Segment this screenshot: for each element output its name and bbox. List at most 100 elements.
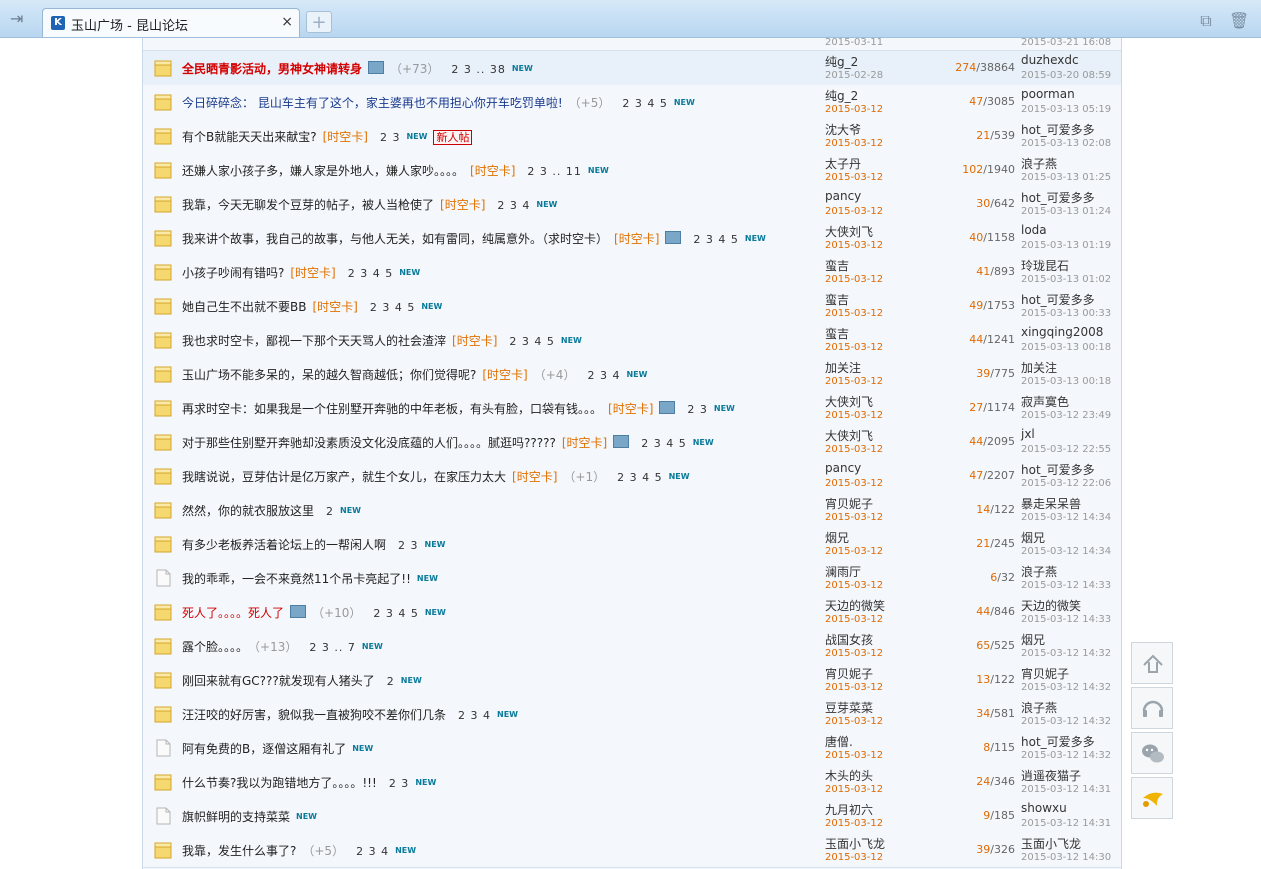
trash-icon[interactable]: 🗑 <box>1229 12 1249 30</box>
author-link[interactable]: 蛮吉 <box>825 325 849 342</box>
author-link[interactable]: 宵贝妮子 <box>825 495 873 512</box>
page-links[interactable]: 2 3 4 5 <box>509 335 554 348</box>
thread-title-link[interactable]: 还嫌人家小孩子多，嫌人家是外地人，嫌人家吵。。。。 <box>182 164 464 178</box>
page-links[interactable]: 2 3 4 5 <box>693 233 738 246</box>
author-link[interactable]: 豆芽菜菜 <box>825 699 873 716</box>
thread-title-link[interactable]: 我靠，发生什么事了? <box>182 844 296 858</box>
last-poster-link[interactable]: duzhexdc <box>1021 53 1079 67</box>
last-poster-link[interactable]: 玉面小飞龙 <box>1021 835 1081 852</box>
thread-folder-icon[interactable] <box>154 467 172 485</box>
time-card-tag[interactable]: [时空卡] <box>440 198 485 212</box>
author-link[interactable]: 九月初六 <box>825 801 873 818</box>
thread-folder-icon[interactable] <box>154 365 172 383</box>
last-poster-link[interactable]: loda <box>1021 223 1047 237</box>
time-card-tag[interactable]: [时空卡] <box>323 130 368 144</box>
thread-title-link[interactable]: 她自己生不出就不要BB <box>182 300 306 314</box>
last-poster-link[interactable]: 寂声寞色 <box>1021 393 1069 410</box>
author-link[interactable]: 木头的头 <box>825 767 873 784</box>
thread-title-link[interactable]: 我来讲个故事，我自己的故事，与他人无关，如有雷同，纯属意外。（求时空卡） <box>182 232 608 246</box>
author-link[interactable]: 玉面小飞龙 <box>825 835 885 852</box>
last-poster-link[interactable]: hot_可爱多多 <box>1021 121 1095 138</box>
last-poster-link[interactable]: xingqing2008 <box>1021 325 1103 339</box>
thread-folder-icon[interactable] <box>154 195 172 213</box>
page-links[interactable]: 2 3 4 5 <box>370 301 415 314</box>
author-link[interactable]: 太子丹 <box>825 155 861 172</box>
page-links[interactable]: 2 3 4 5 <box>348 267 393 280</box>
last-poster-link[interactable]: hot_可爱多多 <box>1021 461 1095 478</box>
thread-folder-icon[interactable] <box>154 773 172 791</box>
page-links[interactable]: 2 <box>326 505 334 518</box>
author-link[interactable]: 大侠刘飞 <box>825 427 873 444</box>
page-links[interactable]: 2 3 <box>398 539 419 552</box>
last-post-date[interactable]: 2015-03-13 01:24 <box>1021 206 1111 217</box>
last-poster-link[interactable]: 玲珑昆石 <box>1021 257 1069 274</box>
thread-folder-icon[interactable] <box>154 263 172 281</box>
thread-title-link[interactable]: 对于那些住别墅开奔驰却没素质没文化没底蕴的人们。。。。腻逛吗????? <box>182 436 556 450</box>
last-post-date[interactable]: 2015-03-12 14:31 <box>1021 818 1111 829</box>
thread-title-link[interactable]: 旗帜鲜明的支持菜菜 <box>182 810 290 824</box>
back-to-top-button[interactable] <box>1131 642 1173 684</box>
last-post-date[interactable]: 2015-03-13 01:19 <box>1021 240 1111 251</box>
last-poster-link[interactable]: 天边的微笑 <box>1021 597 1081 614</box>
thread-folder-icon[interactable] <box>154 93 172 111</box>
last-post-date[interactable]: 2015-03-12 22:55 <box>1021 444 1111 455</box>
thread-folder-icon[interactable] <box>154 331 172 349</box>
page-links[interactable]: 2 3 4 5 <box>622 97 667 110</box>
thread-title-link[interactable]: 然然，你的就衣服放这里 <box>182 504 314 518</box>
thread-folder-icon[interactable] <box>154 535 172 553</box>
last-post-date[interactable]: 2015-03-13 02:08 <box>1021 138 1111 149</box>
thread-folder-icon[interactable] <box>154 59 172 77</box>
close-icon[interactable]: × <box>281 14 293 30</box>
page-links[interactable]: 2 3 4 5 <box>617 471 662 484</box>
author-link[interactable]: 蛮吉 <box>825 257 849 274</box>
last-poster-link[interactable]: 逍遥夜猫子 <box>1021 767 1081 784</box>
thread-title-link[interactable]: 死人了。。。。死人了 <box>182 606 284 620</box>
last-post-date[interactable]: 2015-03-12 14:31 <box>1021 784 1111 795</box>
page-links[interactable]: 2 3 4 <box>587 369 620 382</box>
thread-folder-icon[interactable] <box>154 671 172 689</box>
author-link[interactable]: pancy <box>825 461 861 475</box>
page-links[interactable]: 2 3 .. 38 <box>451 63 505 76</box>
restore-window-icon[interactable]: ⧉ <box>1197 12 1215 30</box>
thread-folder-icon[interactable] <box>154 229 172 247</box>
last-post-date[interactable]: 2015-03-13 00:33 <box>1021 308 1111 319</box>
last-poster-link[interactable]: 浪子燕 <box>1021 155 1057 172</box>
time-card-tag[interactable]: [时空卡] <box>452 334 497 348</box>
thread-folder-icon[interactable] <box>154 501 172 519</box>
time-card-tag[interactable]: [时空卡] <box>482 368 527 382</box>
thread-document-icon[interactable] <box>154 569 172 587</box>
author-link[interactable]: pancy <box>825 189 861 203</box>
thread-title-link[interactable]: 汪汪咬的好厉害，貌似我一直被狗咬不差你们几条 <box>182 708 446 722</box>
time-card-tag[interactable]: [时空卡] <box>290 266 335 280</box>
tab-yushan-square[interactable]: K 玉山广场 - 昆山论坛 × <box>42 8 300 37</box>
time-card-tag[interactable]: [时空卡] <box>470 164 515 178</box>
thread-folder-icon[interactable] <box>154 603 172 621</box>
new-tab-button[interactable]: + <box>306 11 332 33</box>
last-post-date[interactable]: 2015-03-13 01:25 <box>1021 172 1111 183</box>
author-link[interactable]: 纯g_2 <box>825 87 858 104</box>
thread-title-link[interactable]: 再求时空卡：如果我是一个住别墅开奔驰的中年老板，有头有脸，口袋有钱。。。 <box>182 402 602 416</box>
last-post-date[interactable]: 2015-03-20 08:59 <box>1021 70 1111 81</box>
last-post-date[interactable]: 2015-03-13 05:19 <box>1021 104 1111 115</box>
thread-folder-icon[interactable] <box>154 705 172 723</box>
thread-title-link[interactable]: 我的乖乖，一会不来竟然11个吊卡亮起了!! <box>182 572 411 586</box>
thread-title-link[interactable]: 阿有免费的B，逐僧这厢有礼了 <box>182 742 346 756</box>
time-card-tag[interactable]: [时空卡] <box>614 232 659 246</box>
last-post-date[interactable]: 2015-03-13 00:18 <box>1021 376 1111 387</box>
last-poster-link[interactable]: showxu <box>1021 801 1067 815</box>
page-links[interactable]: 2 3 4 <box>497 199 530 212</box>
thread-folder-icon[interactable] <box>154 297 172 315</box>
last-post-date[interactable]: 2015-03-12 14:34 <box>1021 512 1111 523</box>
page-links[interactable]: 2 3 4 5 <box>641 437 686 450</box>
page-links[interactable]: 2 3 <box>687 403 708 416</box>
last-post-date[interactable]: 2015-03-12 14:32 <box>1021 648 1111 659</box>
last-poster-link[interactable]: 浪子燕 <box>1021 563 1057 580</box>
last-poster-link[interactable]: jxl <box>1021 427 1035 441</box>
last-poster-link[interactable]: 烟兄 <box>1021 631 1045 648</box>
last-poster-link[interactable]: hot_可爱多多 <box>1021 189 1095 206</box>
page-links[interactable]: 2 <box>387 675 395 688</box>
thread-title-link[interactable]: 小孩子吵闹有错吗? <box>182 266 284 280</box>
thread-title-link[interactable]: 我瞎说说，豆芽估计是亿万家产，就生个女儿，在家压力太大 <box>182 470 506 484</box>
author-link[interactable]: 澜雨厅 <box>825 563 861 580</box>
last-post-date[interactable]: 2015-03-13 01:02 <box>1021 274 1111 285</box>
